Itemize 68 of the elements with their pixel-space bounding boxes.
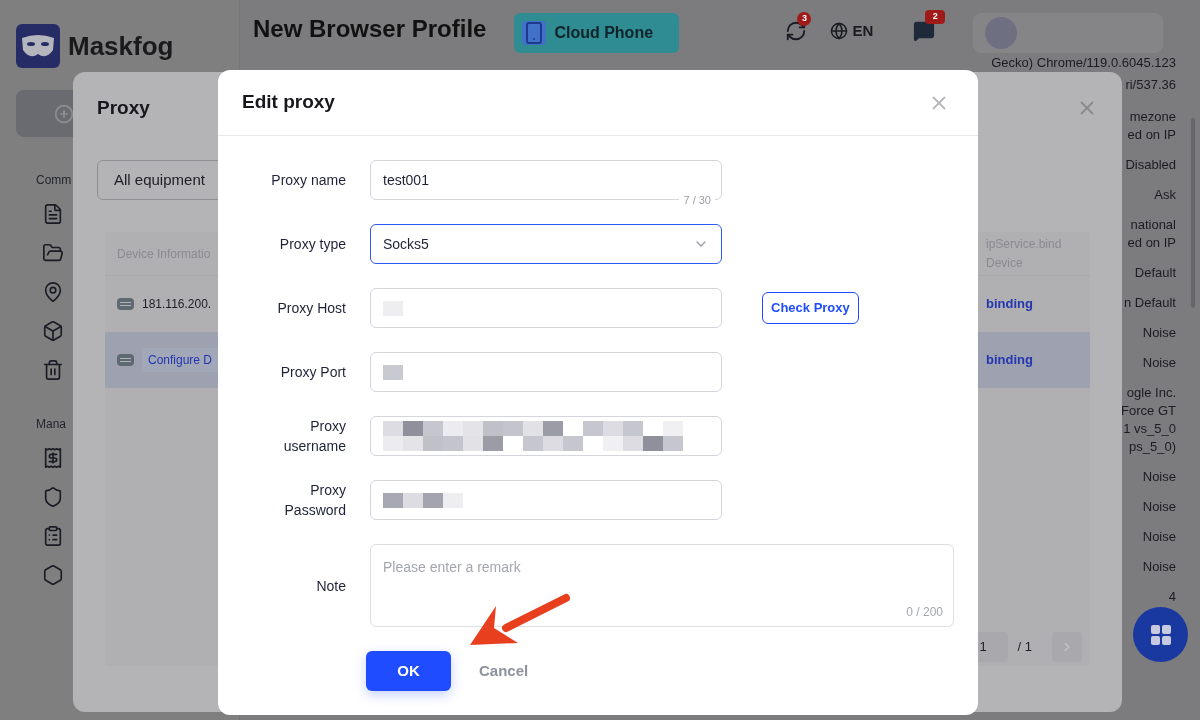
file-list-icon[interactable]: [42, 203, 64, 225]
device-icon: [117, 298, 134, 310]
field-label: Note: [315, 576, 346, 596]
field-label: Proxy type: [278, 235, 346, 254]
proxy-type-select[interactable]: Socks5: [370, 224, 722, 264]
cube-icon[interactable]: [42, 320, 64, 342]
floating-menu-button[interactable]: [1133, 607, 1188, 662]
character-counter: 7 / 30: [679, 193, 715, 207]
setting-value: Noise: [1142, 498, 1176, 516]
clipboard-icon[interactable]: [42, 525, 64, 547]
cancel-button[interactable]: Cancel: [475, 651, 533, 691]
setting-value: Noise: [1142, 528, 1176, 546]
pixelation-drawing: [383, 364, 403, 380]
receipt-icon[interactable]: [42, 447, 64, 469]
hexagon-icon[interactable]: [42, 564, 64, 586]
cloud-phone-button[interactable]: Cloud Phone: [514, 13, 680, 53]
binding-link[interactable]: binding: [986, 350, 1082, 370]
section-label: Mana: [36, 416, 67, 433]
setting-value: Noise: [1142, 468, 1176, 486]
note-field[interactable]: Please enter a remark 0 / 200: [370, 544, 954, 627]
field-label: Proxy Host: [276, 299, 346, 318]
trash-icon[interactable]: [42, 359, 64, 381]
plus-icon: [54, 103, 74, 124]
setting-value: Disabled: [1125, 156, 1176, 174]
section-label: Comm: [36, 172, 72, 189]
setting-value: Ask: [1154, 186, 1176, 204]
globe-icon: [830, 22, 849, 40]
field-label: Proxy Password: [283, 481, 346, 520]
binding-link[interactable]: binding: [986, 294, 1082, 314]
input-field[interactable]: [370, 352, 722, 392]
setting-value: Default: [1134, 264, 1176, 282]
setting-value: Gecko) Chrome/119.0.6045.123 ri/537.36: [991, 54, 1176, 94]
setting-value: ogle Inc. Force GT 1 vs_5_0 ps_5_0): [1121, 384, 1176, 456]
field-label: Proxy username: [282, 417, 346, 456]
check-proxy-button[interactable]: Check Proxy: [762, 292, 859, 324]
device-ip: 181.116.200.: [142, 296, 212, 313]
shield-icon[interactable]: [42, 486, 64, 508]
input-field[interactable]: [370, 288, 722, 328]
setting-value: mezone ed on IP: [1127, 108, 1176, 144]
field-label: Proxy name: [270, 171, 346, 190]
setting-value: national ed on IP: [1127, 216, 1176, 252]
app-name: Maskfog: [68, 29, 174, 63]
dialog-title: Proxy: [97, 95, 150, 120]
notification-badge: 3: [797, 12, 812, 26]
setting-value: Noise: [1142, 354, 1176, 372]
dialog-title: Edit proxy: [242, 90, 335, 115]
setting-value: 4: [1168, 588, 1176, 606]
setting-value: Noise: [1142, 324, 1176, 342]
language-button[interactable]: EN: [830, 19, 874, 43]
folder-icon[interactable]: [42, 242, 64, 264]
logo-icon: [16, 24, 60, 68]
grid-icon: [1148, 622, 1173, 647]
phone-icon: [522, 21, 547, 45]
setting-value: n Default: [1123, 294, 1176, 312]
page-total: / 1: [1017, 638, 1032, 657]
message-icon[interactable]: [913, 20, 936, 42]
input-field[interactable]: [370, 480, 722, 520]
character-counter: 0 / 200: [906, 604, 943, 621]
configure-tag[interactable]: Configure D: [142, 348, 219, 372]
page-title: New Browser Profile: [253, 14, 487, 44]
location-pin-icon[interactable]: [42, 281, 64, 303]
input-field[interactable]: [370, 416, 722, 456]
field-label: Proxy Port: [279, 363, 346, 382]
device-icon: [117, 354, 134, 366]
sync-icon[interactable]: [785, 20, 808, 42]
setting-value: Noise: [1142, 558, 1176, 576]
ok-button[interactable]: OK: [366, 651, 451, 691]
notification-badge: 2: [925, 10, 946, 24]
